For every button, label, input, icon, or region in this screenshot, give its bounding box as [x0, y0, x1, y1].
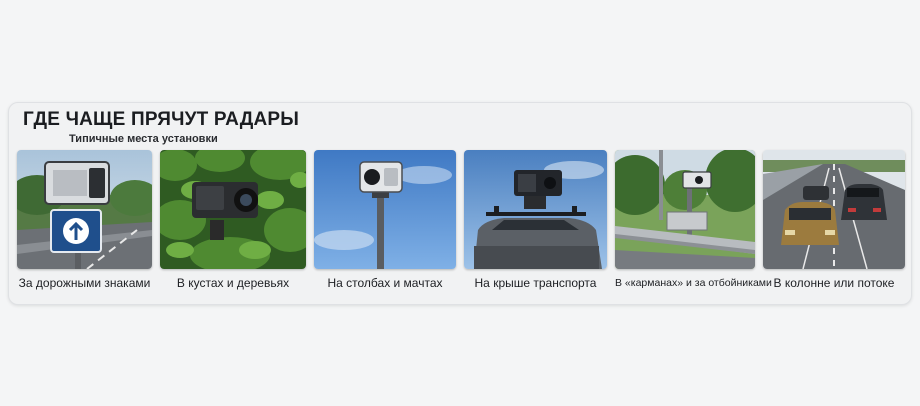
location-caption: За дорожными знаками: [18, 276, 151, 290]
camera-behind-road-sign-image: [17, 150, 152, 269]
camera-behind-guardrail-image: [615, 150, 755, 269]
camera-on-car-roof-image: [464, 150, 607, 269]
location-caption: В колонне или потоке: [773, 276, 895, 290]
page-title: ГДЕ ЧАЩЕ ПРЯЧУТ РАДАРЫ: [23, 109, 300, 130]
location-tile-traffic: В колонне или потоке: [763, 150, 905, 290]
location-tile-pole: На столбах и мачтах: [314, 150, 456, 290]
location-tile-guardrail: В «карманах» и за отбойниками: [615, 150, 772, 289]
location-tile-bushes: В кустах и деревьях: [160, 150, 306, 290]
location-tile-car-roof: На крыше транспорта: [464, 150, 607, 290]
location-caption: В кустах и деревьях: [176, 276, 290, 290]
page-subtitle: Типичные места установки: [69, 133, 218, 145]
location-caption: В «карманах» и за отбойниками: [615, 277, 772, 289]
location-caption: На столбах и мачтах: [327, 276, 443, 290]
camera-on-pole-image: [314, 150, 456, 269]
location-caption: На крыше транспорта: [474, 276, 597, 290]
camera-in-traffic-image: [763, 150, 905, 269]
camera-in-bushes-image: [160, 150, 306, 269]
radar-locations-card: ГДЕ ЧАЩЕ ПРЯЧУТ РАДАРЫ Типичные места ус…: [8, 102, 912, 305]
location-tile-road-sign: За дорожными знаками: [17, 150, 152, 290]
